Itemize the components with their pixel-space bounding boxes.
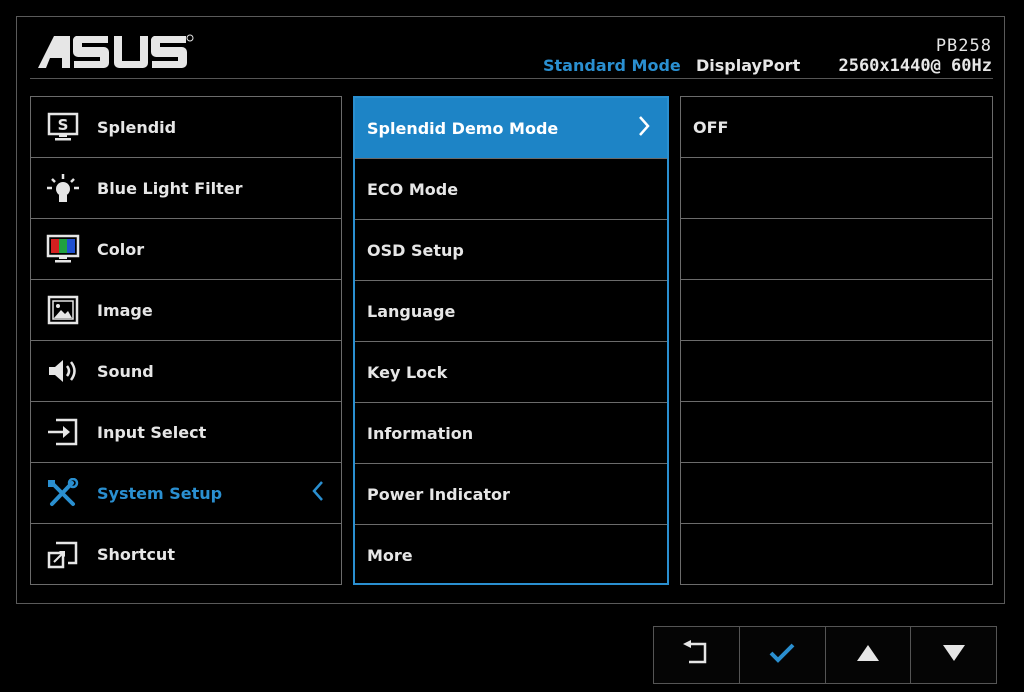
up-arrow-icon [855, 643, 881, 667]
menu-item-label: Blue Light Filter [97, 178, 243, 198]
menu-item-image[interactable]: Image [31, 280, 341, 341]
menu-item-blue-light-filter[interactable]: Blue Light Filter [31, 158, 341, 219]
check-icon [767, 640, 797, 670]
menu-item-splendid[interactable]: S Splendid [31, 97, 341, 158]
value-item [681, 341, 992, 402]
menu-item-label: Input Select [97, 422, 207, 442]
menu-item-input-select[interactable]: Input Select [31, 402, 341, 463]
menu-item-label: Image [97, 300, 153, 320]
value-item [681, 219, 992, 280]
back-icon [681, 640, 711, 670]
sound-icon [45, 356, 81, 386]
value-item [681, 280, 992, 341]
header-divider [30, 78, 993, 79]
main-menu: S Splendid Blue Light Filter Color Image… [30, 96, 342, 585]
value-label: OFF [693, 117, 729, 137]
down-arrow-icon [941, 643, 967, 667]
submenu-item-key-lock[interactable]: Key Lock [355, 342, 667, 403]
submenu-item-label: More [367, 546, 413, 565]
svg-text:S: S [58, 116, 69, 134]
value-item [681, 463, 992, 524]
menu-item-label: Sound [97, 361, 154, 381]
asus-logo [38, 34, 194, 68]
status-input: DisplayPort [696, 56, 801, 75]
submenu-item-splendid-demo-mode[interactable]: Splendid Demo Mode [355, 98, 667, 159]
submenu-item-label: Key Lock [367, 362, 448, 382]
down-button[interactable] [911, 627, 996, 683]
submenu-item-label: ECO Mode [367, 179, 459, 199]
up-button[interactable] [825, 627, 912, 683]
chevron-right-icon [637, 115, 651, 141]
submenu-item-eco-mode[interactable]: ECO Mode [355, 159, 667, 220]
image-icon [45, 295, 81, 325]
color-icon [45, 234, 81, 264]
submenu-item-information[interactable]: Information [355, 403, 667, 464]
submenu-item-osd-setup[interactable]: OSD Setup [355, 220, 667, 281]
submenu-item-label: OSD Setup [367, 240, 464, 260]
submenu-item-language[interactable]: Language [355, 281, 667, 342]
status-mode: Standard Mode [543, 56, 681, 75]
value-item [681, 158, 992, 219]
menu-item-label: Color [97, 239, 145, 259]
system-setup-icon [45, 478, 81, 508]
model-name: PB258 [935, 36, 992, 56]
submenu: Splendid Demo Mode ECO Mode OSD Setup La… [353, 96, 669, 585]
value-item [681, 402, 992, 463]
menu-item-label: System Setup [97, 483, 223, 503]
value-item[interactable]: OFF [681, 97, 992, 158]
submenu-item-label: Splendid Demo Mode [367, 118, 559, 138]
menu-item-shortcut[interactable]: Shortcut [31, 524, 341, 585]
back-button[interactable] [654, 627, 740, 683]
submenu-item-more[interactable]: More [355, 525, 667, 586]
menu-item-label: Splendid [97, 117, 177, 137]
status-resolution: 2560x1440@ 60Hz [838, 56, 992, 76]
menu-item-color[interactable]: Color [31, 219, 341, 280]
value-item [681, 524, 992, 585]
input-select-icon [45, 417, 81, 447]
menu-item-label: Shortcut [97, 545, 175, 564]
blue-light-icon [45, 173, 81, 203]
confirm-button[interactable] [739, 627, 826, 683]
shortcut-icon [45, 540, 81, 570]
submenu-item-label: Language [367, 301, 456, 321]
chevron-left-icon [311, 480, 325, 506]
value-panel: OFF [680, 96, 993, 585]
submenu-item-label: Power Indicator [367, 484, 510, 504]
nav-button-bar [653, 626, 997, 684]
submenu-item-label: Information [367, 423, 474, 443]
submenu-item-power-indicator[interactable]: Power Indicator [355, 464, 667, 525]
menu-item-sound[interactable]: Sound [31, 341, 341, 402]
menu-item-system-setup[interactable]: System Setup [31, 463, 341, 524]
splendid-icon: S [45, 112, 81, 142]
